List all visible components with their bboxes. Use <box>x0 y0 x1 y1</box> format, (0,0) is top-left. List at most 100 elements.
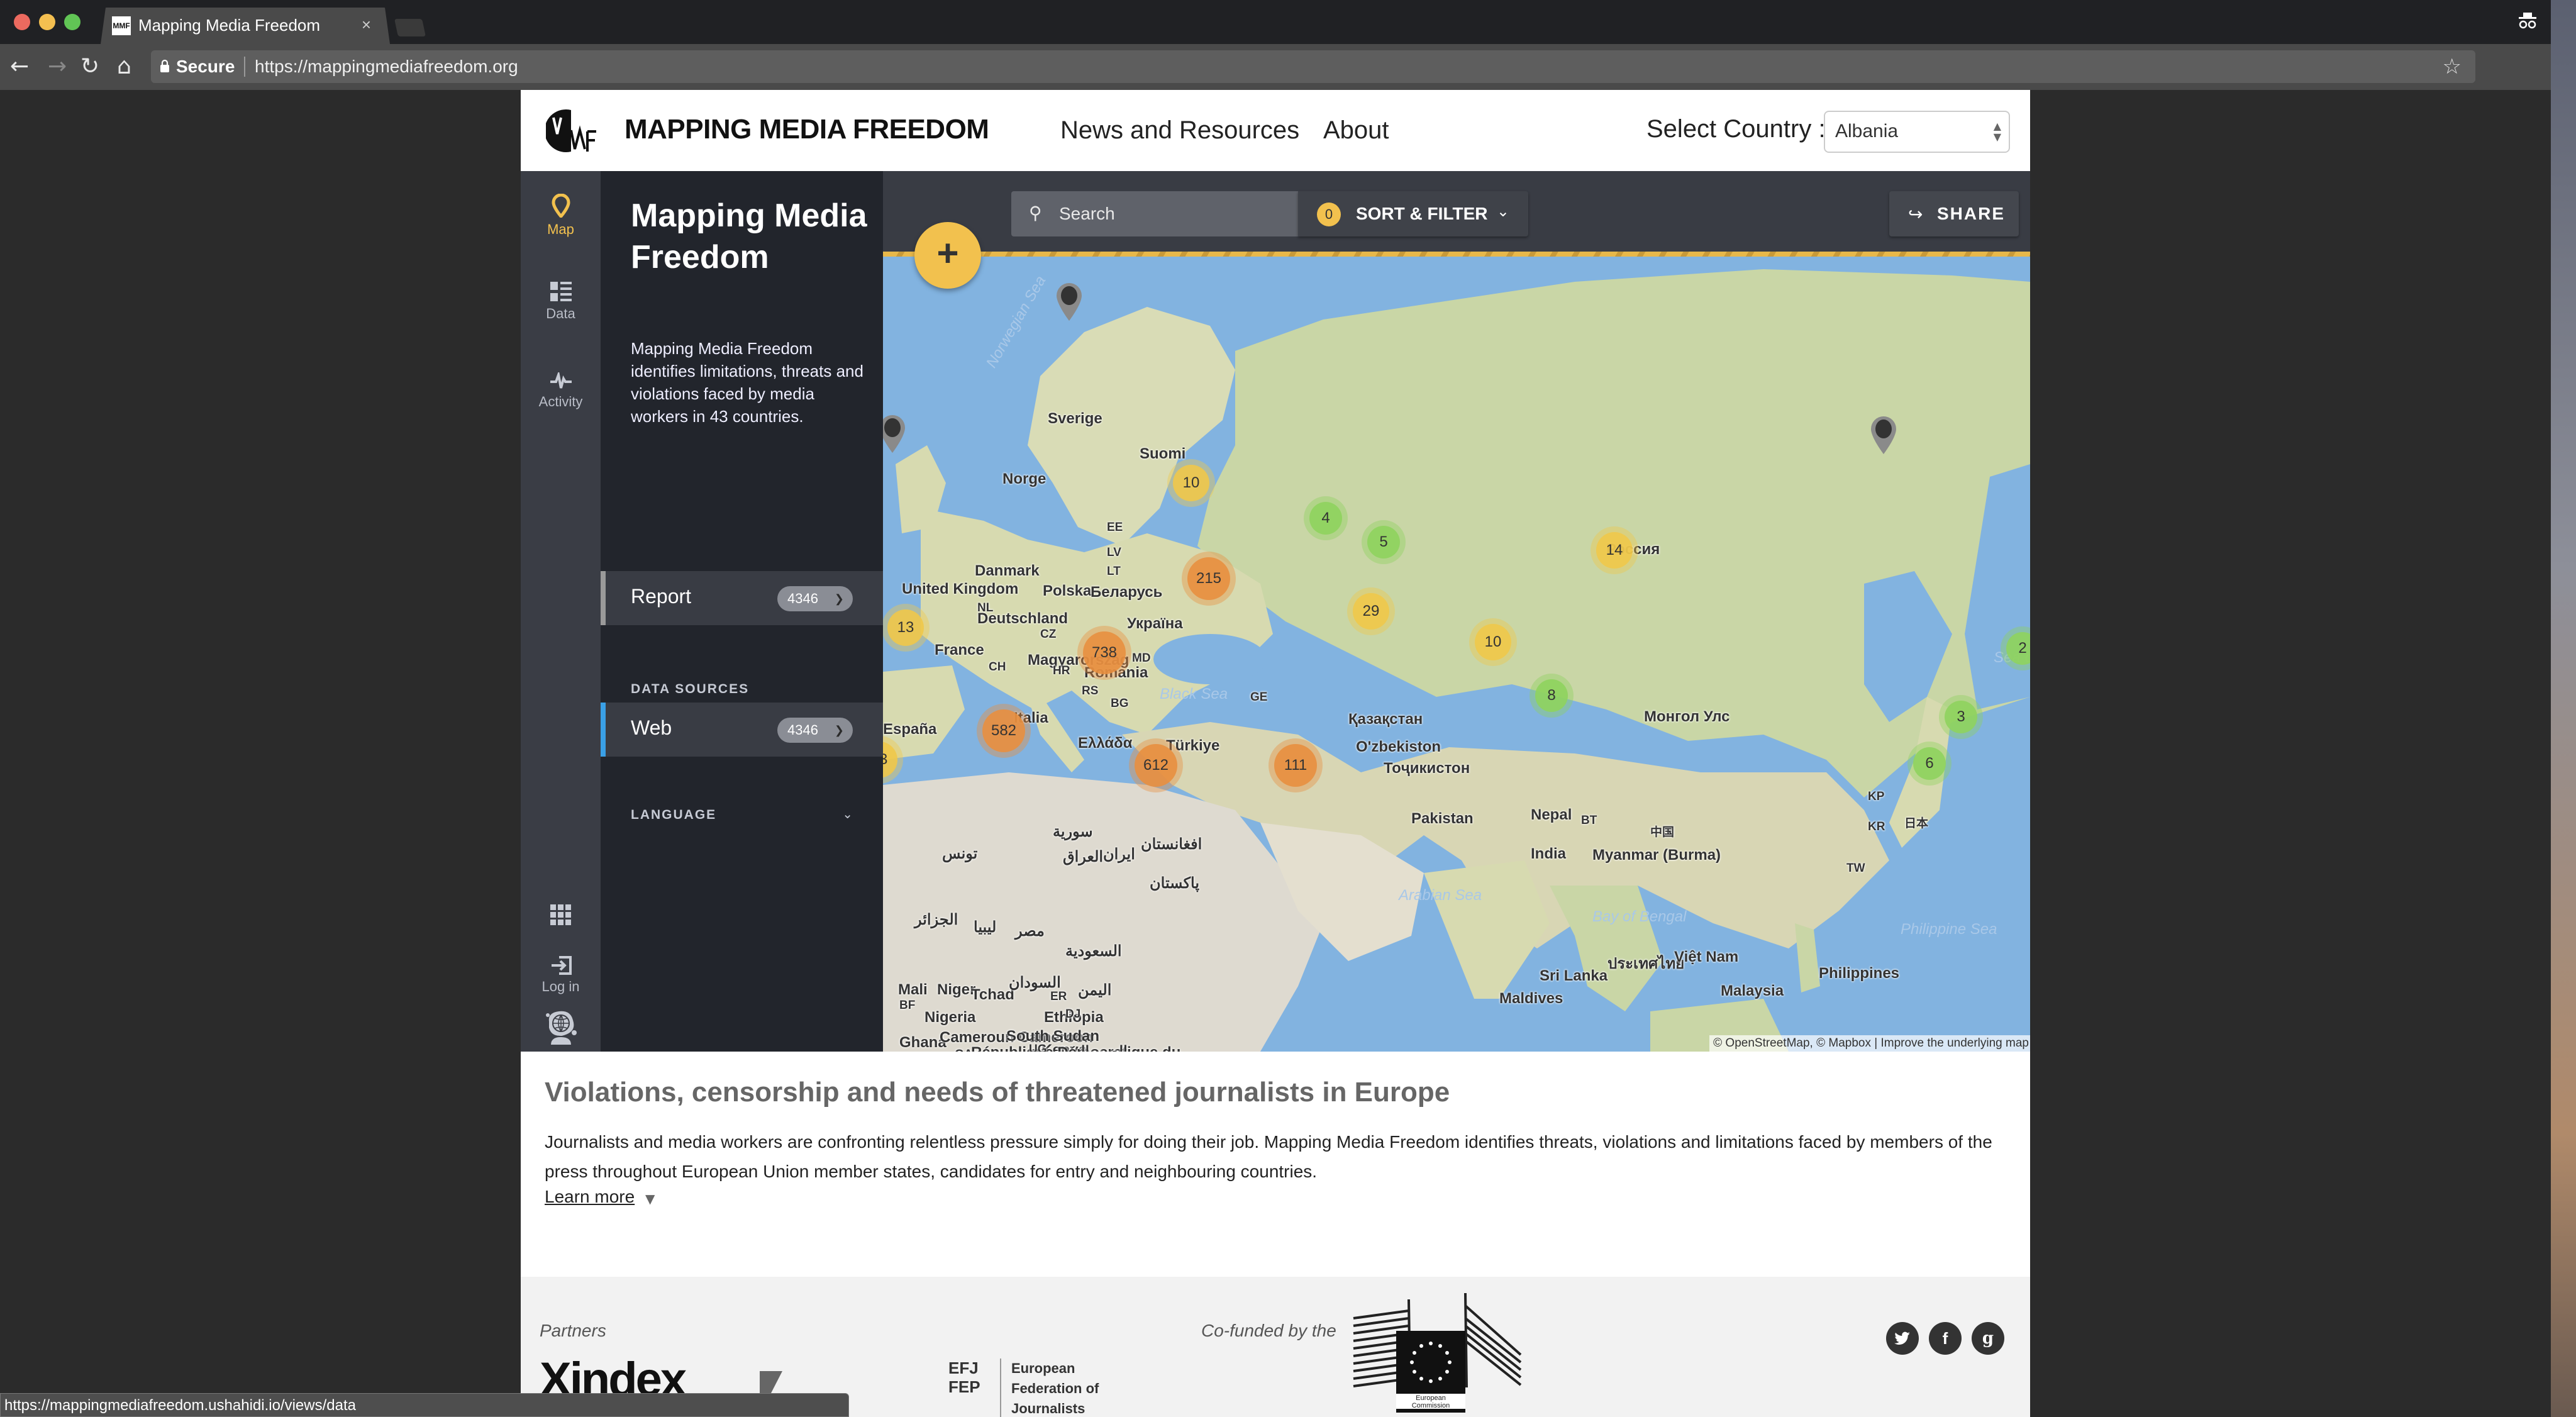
window-close-button[interactable] <box>14 14 30 30</box>
survey-row-report[interactable]: Report 4346 ❯ <box>601 571 883 625</box>
map-cluster-marker[interactable]: 111 <box>1269 738 1323 792</box>
survey-count-badge[interactable]: 4346 ❯ <box>777 586 853 611</box>
forward-button[interactable]: → <box>48 53 67 81</box>
window-minimize-button[interactable] <box>39 14 55 30</box>
map-place-label: LT <box>1107 565 1121 578</box>
map-cluster-marker[interactable]: 738 <box>1077 626 1131 680</box>
map-cluster-marker[interactable]: 612 <box>1129 738 1183 792</box>
cluster-count: 6 <box>1913 747 1946 780</box>
efj-line: European <box>1011 1360 1075 1376</box>
home-button[interactable]: ⌂ <box>117 53 131 81</box>
rail-item-label: Activity <box>538 394 583 409</box>
tab-title: Mapping Media Freedom <box>138 16 321 35</box>
map-place-label: Malaysia <box>1721 982 1784 999</box>
eu-star-icon <box>1438 1344 1442 1348</box>
map-place-label: BG <box>1111 697 1129 710</box>
map-place-label: BT <box>1581 814 1597 827</box>
map-cluster-marker[interactable]: 10 <box>1469 618 1517 666</box>
map-pin-marker[interactable] <box>1055 282 1084 322</box>
rail-item-activity[interactable]: Activity <box>521 372 601 410</box>
map-place-label: Sri Lanka <box>1540 967 1608 984</box>
eu-star-icon <box>1445 1351 1449 1355</box>
map-place-label: KP <box>1868 790 1885 803</box>
cluster-count: 5 <box>1367 526 1400 558</box>
map-place-label: اليمن <box>1078 982 1112 999</box>
map-place-label: Black Sea <box>1160 686 1228 703</box>
map-place-label: Ελλάδα <box>1078 735 1133 752</box>
map-pin-marker[interactable] <box>1869 415 1898 455</box>
address-bar[interactable]: Secure https://mappingmediafreedom.org ☆ <box>151 50 2475 83</box>
map-attribution[interactable]: © OpenStreetMap, © Mapbox | Improve the … <box>1709 1035 2030 1052</box>
map-place-label: CH <box>989 660 1006 674</box>
add-post-button[interactable]: + <box>914 222 981 289</box>
source-label: Web <box>631 716 672 739</box>
rail-login-button[interactable]: Log in <box>521 956 601 995</box>
map-cluster-marker[interactable]: 4 <box>1304 496 1348 540</box>
twitter-icon[interactable] <box>1886 1322 1919 1355</box>
tab-close-button[interactable]: × <box>362 15 371 35</box>
map-place-label: ایران <box>1103 846 1135 863</box>
browser-tab[interactable]: MMF Mapping Media Freedom × <box>101 8 390 44</box>
sort-filter-button[interactable]: 0 SORT & FILTER ⌄ <box>1298 191 1528 236</box>
map-cluster-marker[interactable]: 29 <box>1347 587 1395 635</box>
map-place-label: Myanmar (Burma) <box>1592 847 1721 864</box>
share-button[interactable]: ↪ SHARE <box>1889 191 2019 236</box>
map-cluster-marker[interactable]: 13 <box>883 604 930 652</box>
rail-item-data[interactable]: Data <box>521 282 601 322</box>
window-zoom-button[interactable] <box>64 14 80 30</box>
rail-item-map[interactable]: Map <box>521 194 601 238</box>
map-cluster-marker[interactable]: 3 <box>1939 695 1983 739</box>
map-cluster-marker[interactable]: 6 <box>1907 742 1951 786</box>
language-heading[interactable]: LANGUAGE <box>631 808 716 823</box>
map-cluster-marker[interactable]: 5 <box>1362 520 1406 564</box>
map-cluster-marker[interactable]: 582 <box>977 704 1031 758</box>
language-chevron-icon[interactable]: ⌄ <box>842 806 853 821</box>
partner-efj-logo[interactable]: EFJ FEP European Federation of Journalis… <box>948 1359 1112 1417</box>
map-place-label: Беларусь <box>1091 584 1163 601</box>
map-place-label: DJ <box>1065 1008 1081 1021</box>
rail-apps-button[interactable] <box>521 904 601 930</box>
reload-button[interactable]: ↻ <box>80 53 99 81</box>
map-place-label: TW <box>1846 862 1865 875</box>
facebook-icon[interactable]: f <box>1929 1322 1962 1355</box>
map-canvas[interactable]: Norwegian Sea Sverige Suomi Norge Danmark Uni… <box>883 257 2030 1052</box>
map-place-label: Arabian Sea <box>1399 887 1482 904</box>
mmf-logo-icon[interactable] <box>546 109 599 153</box>
learn-more-link[interactable]: Learn more <box>545 1187 635 1207</box>
source-count-badge[interactable]: 4346 ❯ <box>777 718 853 743</box>
apps-grid-icon <box>550 904 571 925</box>
new-tab-button[interactable] <box>394 19 426 36</box>
map-place-label: Nepal <box>1531 806 1572 823</box>
chevron-down-icon: ❯ <box>834 592 844 605</box>
site-logo-text[interactable]: MAPPING MEDIA FREEDOM <box>625 114 989 145</box>
survey-color-bar <box>601 571 606 625</box>
google-plus-icon[interactable]: g <box>1972 1322 2004 1355</box>
intro-body: Journalists and media workers are confro… <box>545 1132 1992 1181</box>
map-place-label: Монгол Улс <box>1644 708 1730 725</box>
ushahidi-globe-icon[interactable] <box>545 1009 577 1038</box>
map-cluster-marker[interactable]: 14 <box>1591 526 1638 574</box>
map-cluster-marker[interactable]: 215 <box>1182 552 1236 606</box>
caret-down-icon[interactable]: ▼ <box>645 1191 655 1206</box>
site-header: MAPPING MEDIA FREEDOM News and Resources… <box>521 90 2030 171</box>
map-place-label: Mali <box>898 981 928 998</box>
back-button[interactable]: ← <box>10 53 29 81</box>
cluster-count: 111 <box>1274 744 1317 787</box>
country-select[interactable]: Albania ▲ ▼ <box>1824 111 2010 153</box>
bookmark-star-icon[interactable]: ☆ <box>2443 54 2462 79</box>
data-sources-heading: DATA SOURCES <box>631 682 750 696</box>
nav-about[interactable]: About <box>1323 116 1389 145</box>
nav-news-and-resources[interactable]: News and Resources <box>1060 116 1299 145</box>
map-cluster-marker[interactable]: 8 <box>1530 674 1574 718</box>
search-input[interactable]: ⚲ Search <box>1011 191 1298 236</box>
map-cluster-marker[interactable]: 10 <box>1167 459 1215 507</box>
source-row-web[interactable]: Web 4346 ❯ <box>601 703 883 757</box>
map-pin-marker[interactable] <box>883 414 907 454</box>
url-text[interactable]: https://mappingmediafreedom.org <box>255 57 518 77</box>
sort-filter-label: SORT & FILTER <box>1356 204 1488 223</box>
map-place-label: Україна <box>1127 615 1183 632</box>
map-place-label: GE <box>1250 691 1268 704</box>
lock-icon <box>160 59 169 72</box>
map-place-label: Maldives <box>1499 990 1563 1007</box>
european-commission-logo[interactable]: European Commission <box>1352 1293 1522 1413</box>
